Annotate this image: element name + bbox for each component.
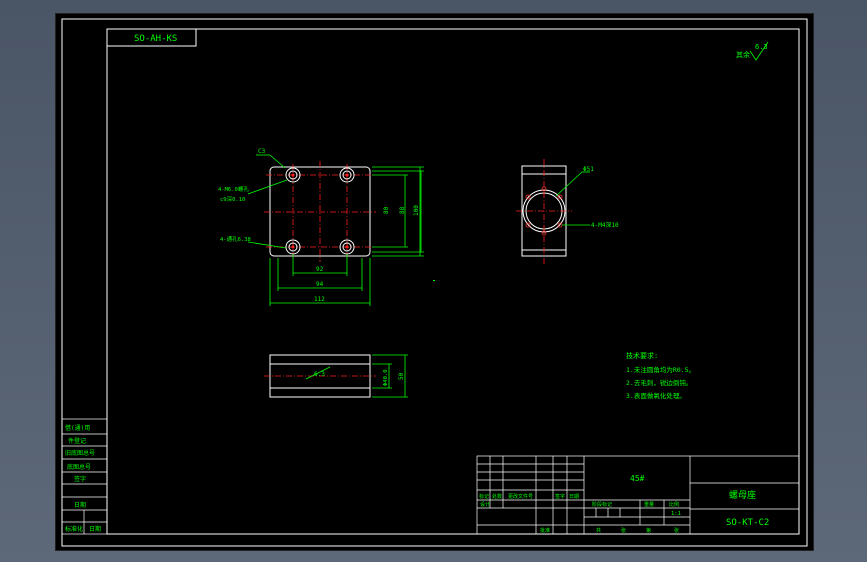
tb-scale-label: 比例: [669, 501, 679, 508]
strip-label-3: 旧底图总号: [65, 449, 95, 457]
section-ra-label: 6.3: [314, 371, 325, 378]
tb-scale: 1:1: [671, 511, 681, 517]
tb-label-mark: 标记: [479, 493, 489, 500]
tb-label-count: 处数: [492, 493, 502, 500]
tb-label-sign: 签字: [555, 493, 565, 500]
strip-label-8: 日期: [89, 525, 101, 533]
material: 45#: [630, 474, 645, 483]
dim-94: 94: [316, 281, 324, 288]
section-h2: 50: [398, 372, 405, 380]
strip-label-5: 签字: [74, 475, 86, 483]
part-name: 螺母座: [729, 489, 756, 501]
front-view: 92 94 112 80 88 100 C3 4-M6.0螺孔 c9深0.10 …: [218, 148, 424, 306]
roughness-value: 6.3: [755, 43, 768, 51]
tb-label-date: 日期: [569, 494, 579, 500]
dim-112: 112: [314, 296, 325, 303]
tb-sheet-2: 张: [621, 527, 626, 534]
technical-requirements: 技术要求: 1.未注圆角均为R0.5。 2.去毛刺，锐边倒钝。 3.表面做氧化处…: [626, 351, 695, 400]
side-view: Φ51 4-M4深10: [516, 159, 619, 264]
drawing-sheet: SO-AH-KS 其余 6.3 借(通)用 件登记 旧底图总号 底图总号 签字 …: [55, 13, 814, 551]
holes-top-label: 4-M6.0螺孔: [218, 185, 249, 193]
inner-frame: [106, 28, 800, 535]
strip-label-2: 件登记: [68, 437, 86, 445]
roughness-note: 其余: [736, 50, 750, 59]
tb-label-design: 设计: [480, 501, 490, 508]
tb-sheet-3: 第: [646, 527, 651, 534]
tb-sheet-4: 张: [674, 527, 679, 534]
holes-bottom-label: 4-通孔6.38: [220, 235, 251, 243]
dim-92: 92: [316, 266, 324, 273]
section-view: 6.3 Φ40.0 50: [264, 354, 408, 398]
drawing-no: SO-KT-C2: [726, 518, 769, 528]
tech-req-title: 技术要求:: [626, 351, 658, 360]
side-holes-label: 4-M4深10: [591, 221, 619, 229]
tb-label-change: 更改文件号: [508, 493, 533, 500]
dim-100: 100: [413, 205, 420, 216]
dim-80: 80: [383, 206, 390, 214]
code-box-text: SO-AH-KS: [134, 34, 177, 44]
tb-weight: 重量: [644, 501, 654, 508]
section-h1: Φ40.0: [383, 369, 389, 386]
chamfer-label: C3: [258, 148, 266, 155]
tb-label-approve: 批准: [540, 527, 550, 534]
outer-frame: [61, 18, 808, 547]
holes-depth-label: c9深0.10: [220, 195, 245, 203]
title-block: 标记 处数 更改文件号 签字 日期 设计 批准 45# 阶段标记 重量 比例 1…: [476, 455, 800, 535]
dim-88: 88: [399, 206, 406, 214]
strip-label-6: 日期: [74, 501, 86, 509]
strip-label-7: 标准化: [65, 525, 83, 533]
left-strip: 借(通)用 件登记 旧底图总号 底图总号 签字 日期 标准化 日期: [61, 418, 108, 535]
tech-req-item-3: 3.表面做氧化处理。: [626, 391, 686, 400]
cad-drawing: SO-AH-KS 其余 6.3 借(通)用 件登记 旧底图总号 底图总号 签字 …: [61, 18, 808, 547]
tech-req-item-1: 1.未注圆角均为R0.5。: [626, 365, 695, 374]
side-dia-label: Φ51: [583, 166, 594, 173]
strip-label-1: 借(通)用: [65, 424, 90, 432]
tech-req-item-2: 2.去毛刺，锐边倒钝。: [626, 378, 692, 387]
strip-label-4: 底图总号: [67, 463, 91, 471]
tb-stage: 阶段标记: [592, 501, 612, 508]
tb-sheet-1: 共: [596, 527, 601, 534]
